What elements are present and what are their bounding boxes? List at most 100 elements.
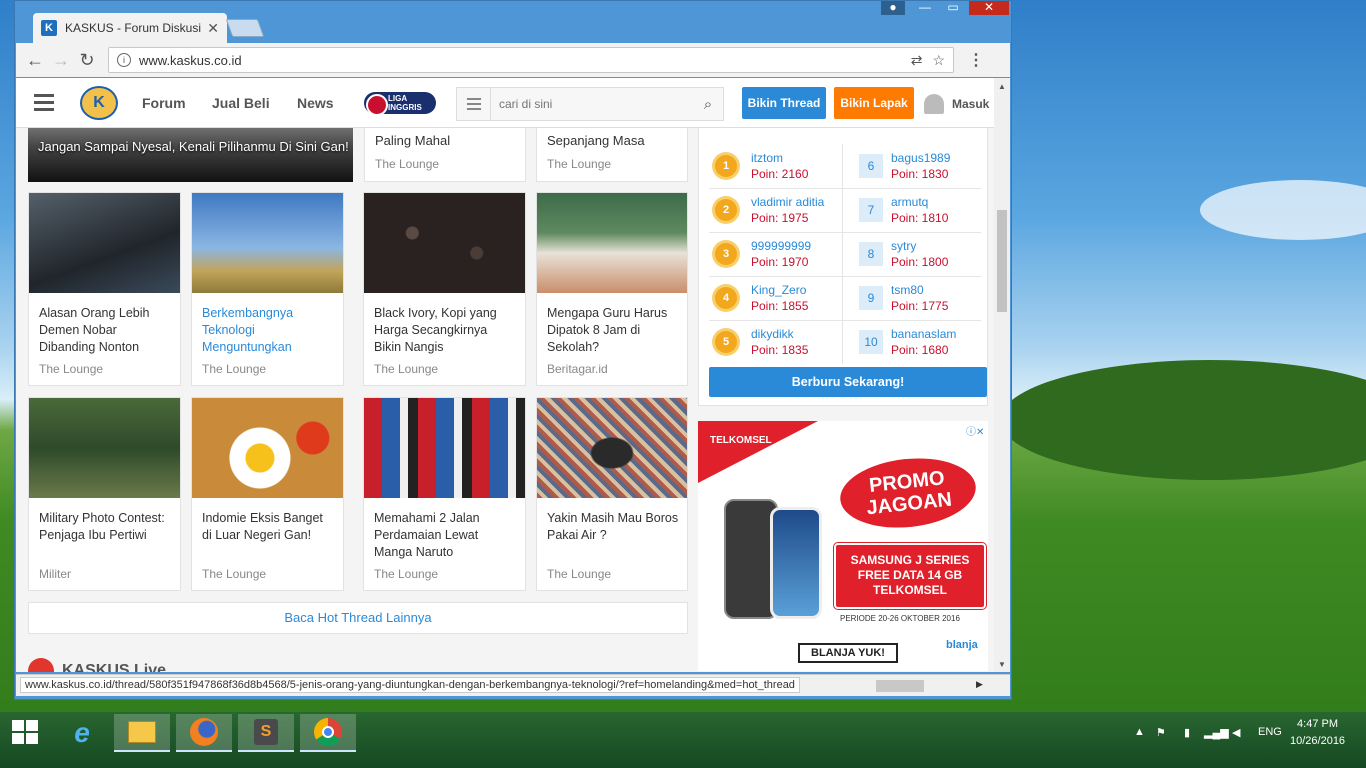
clock-date: 10/26/2016 [1290,735,1346,747]
search-category-icon[interactable] [457,88,491,120]
thread-title: Indomie Eksis Banget di Luar Negeri Gan! [202,511,323,542]
leaderboard-row[interactable]: 5 dikydikk Poin: 1835 [715,320,808,364]
telkomsel-ad-banner[interactable]: TELKOMSEL ⓘ✕ PROMO JAGOAN SAMSUNG J SERI… [698,421,988,671]
vertical-scrollbar[interactable]: ▲ ▼ [994,78,1010,672]
thread-card[interactable]: Memahami 2 Jalan Perdamaian Lewat Manga … [363,397,526,591]
leaderboard-row[interactable]: 2 vladimir aditia Poin: 1975 [715,188,824,232]
windows-start-icon[interactable] [12,720,38,744]
menu-dots-icon[interactable]: ⋮ [968,50,984,70]
user-name[interactable]: itztom [751,150,808,166]
thread-category: Militer [39,567,71,581]
nav-jual-beli[interactable]: Jual Beli [212,95,270,111]
thread-card[interactable]: Berkembangnya Teknologi Menguntungkan Th… [191,192,344,386]
thread-category: The Lounge [547,567,612,581]
thread-card[interactable]: Indomie Eksis Banget di Luar Negeri Gan!… [191,397,344,591]
language-indicator[interactable]: ENG [1258,726,1282,738]
tab-strip: K KASKUS - Forum Diskusi ✕ ● — ▭ ✕ [15,1,1011,43]
scroll-down-icon[interactable]: ▼ [994,660,1010,669]
clock-time: 4:47 PM [1297,718,1339,730]
user-name[interactable]: bananaslam [891,326,956,342]
user-name[interactable]: tsm80 [891,282,948,298]
thread-title: Memahami 2 Jalan Perdamaian Lewat Manga … [374,511,480,559]
close-window-button[interactable]: ✕ [969,1,1009,15]
nav-news[interactable]: News [297,95,334,111]
leaderboard-row[interactable]: 3 999999999 Poin: 1970 [715,232,811,276]
leaderboard-row[interactable]: 4 King_Zero Poin: 1855 [715,276,808,320]
thread-thumbnail [364,398,525,498]
show-hidden-icons[interactable]: ▲ [1134,726,1145,738]
user-name[interactable]: sytry [891,238,948,254]
site-info-icon[interactable]: i [117,53,131,67]
reload-icon[interactable]: ↻ [74,50,100,71]
address-bar[interactable]: i www.kaskus.co.id ⇄ ☆ [108,47,954,73]
forward-icon[interactable]: → [48,50,74,71]
user-name[interactable]: bagus1989 [891,150,950,166]
nav-forum[interactable]: Forum [142,95,186,111]
leaderboard-row[interactable]: 6 bagus1989 Poin: 1830 [859,144,950,188]
thread-thumbnail [29,398,180,498]
maximize-button[interactable]: ▭ [941,1,965,15]
network-icon[interactable]: ▂▄▆ [1204,726,1229,739]
taskbar: e S ▲ ⚑ ▮ ▂▄▆ ◀ ENG 4:47 PM 10/26/2016 [0,712,1366,768]
new-tab-button[interactable] [225,19,265,37]
bookmark-star-icon[interactable]: ☆ [932,52,945,69]
scrollbar-thumb[interactable] [997,210,1007,312]
scroll-up-icon[interactable]: ▲ [994,82,1010,91]
leaderboard-row[interactable]: 9 tsm80 Poin: 1775 [859,276,948,320]
login-link[interactable]: Masuk [924,94,989,114]
ad-info-icon[interactable]: ⓘ✕ [966,423,984,438]
kaskus-favicon-icon: K [41,20,57,36]
firefox-icon[interactable] [176,714,232,752]
thread-category: The Lounge [202,362,267,376]
page-viewport: Jangan Sampai Nyesal, Kenali Pilihanmu D… [16,78,1010,672]
close-tab-icon[interactable]: ✕ [207,20,219,37]
minimize-button[interactable]: — [913,1,937,15]
kaskus-live-heading: KASKUS Live [28,658,166,672]
kaskus-logo[interactable]: K [80,86,118,120]
more-hot-threads-button[interactable]: Baca Hot Thread Lainnya [28,602,688,634]
medal-icon: 3 [715,243,737,265]
thread-title: Paling Mahal [375,133,451,148]
scroll-right-icon[interactable]: ▶ [976,679,983,690]
blanja-cta-button[interactable]: BLANJA YUK! [798,643,898,663]
horizontal-scrollbar-thumb[interactable] [876,680,924,692]
status-bar: www.kaskus.co.id/thread/580f351f947868f3… [16,674,1010,696]
profile-icon[interactable]: ● [881,1,905,15]
tab-kaskus[interactable]: K KASKUS - Forum Diskusi ✕ [33,13,227,43]
leaderboard-row[interactable]: 1 itztom Poin: 2160 [715,144,808,188]
bikin-thread-button[interactable]: Bikin Thread [742,87,826,119]
thread-card[interactable]: Alasan Orang Lebih Demen Nobar Dibanding… [28,192,181,386]
leaderboard-row[interactable]: 8 sytry Poin: 1800 [859,232,948,276]
user-name[interactable]: armutq [891,194,948,210]
user-name[interactable]: dikydikk [751,326,808,342]
user-name[interactable]: 999999999 [751,238,811,254]
translate-icon[interactable]: ⇄ [911,52,923,69]
desktop-clouds [1200,180,1366,240]
search-icon[interactable]: ⌕ [693,96,723,113]
hamburger-menu-icon[interactable] [34,94,54,112]
sublime-text-icon[interactable]: S [238,714,294,752]
kaskus-header: K Forum Jual Beli News LIGA INGGRIS ⌕ Bi… [16,78,994,128]
thread-card[interactable]: Black Ivory, Kopi yang Harga Secangkirny… [363,192,526,386]
thread-card[interactable]: Yakin Masih Mau Boros Pakai Air ? The Lo… [536,397,688,591]
thread-card[interactable]: Mengapa Guru Harus Dipatok 8 Jam di Seko… [536,192,688,386]
thread-card[interactable]: Military Photo Contest: Penjaga Ibu Pert… [28,397,181,591]
internet-explorer-icon[interactable]: e [54,714,110,752]
leaderboard-row[interactable]: 7 armutq Poin: 1810 [859,188,948,232]
clock[interactable]: 4:47 PM 10/26/2016 [1290,716,1345,750]
liga-inggris-link[interactable]: LIGA INGGRIS [364,92,436,116]
bikin-lapak-button[interactable]: Bikin Lapak [834,87,914,119]
user-name[interactable]: vladimir aditia [751,194,824,210]
berburu-button[interactable]: Berburu Sekarang! [709,367,987,397]
volume-icon[interactable]: ◀ [1232,726,1240,739]
chrome-icon[interactable] [300,714,356,752]
battery-icon[interactable]: ▮ [1184,726,1190,739]
leaderboard-row[interactable]: 10 bananaslam Poin: 1680 [859,320,956,364]
search-box: ⌕ [456,87,724,121]
back-icon[interactable]: ← [22,50,48,71]
user-name[interactable]: King_Zero [751,282,808,298]
search-input[interactable] [491,97,693,111]
flag-icon[interactable]: ⚑ [1156,726,1166,739]
address-text: www.kaskus.co.id [139,52,242,68]
file-explorer-icon[interactable] [114,714,170,752]
